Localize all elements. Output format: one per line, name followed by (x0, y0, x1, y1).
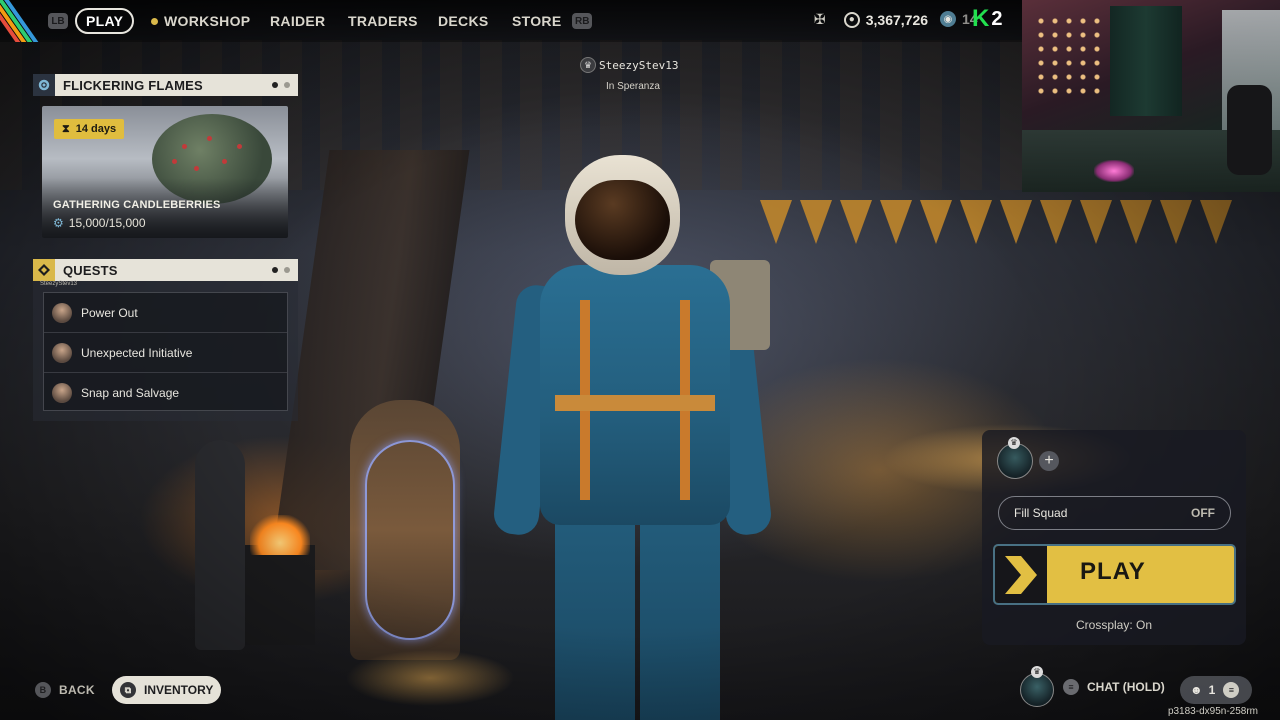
event-progress-text: 15,000/15,000 (68, 216, 146, 230)
menu-button-icon: ≡ (1063, 679, 1079, 695)
quests-title: QUESTS (63, 262, 118, 278)
event-title: FLICKERING FLAMES (63, 77, 203, 93)
hourglass-icon: ⧗ (62, 122, 70, 135)
event-header: FLICKERING FLAMES (33, 74, 298, 96)
friends-count: 1 (1208, 683, 1216, 697)
crossplay-status: Crossplay: On (1075, 618, 1153, 632)
menu-icon: ≡ (1223, 682, 1240, 698)
tab-decks-label: DECKS (438, 13, 489, 29)
currency-group: ✠ ● 3,367,726 (814, 11, 928, 28)
leader-crown-icon: ♛ (1008, 437, 1020, 449)
coin-icon: ● (843, 11, 860, 28)
tab-store[interactable]: STORE (512, 9, 561, 33)
back-button[interactable]: B BACK (35, 682, 95, 698)
tab-raider-label: RAIDER (270, 13, 326, 29)
notification-dot-icon (151, 17, 158, 25)
event-card[interactable]: ⧗ 14 days GATHERING CANDLEBERRIES ⚙ 15,0… (42, 106, 288, 238)
friends-icon: ☻ (1190, 683, 1203, 697)
quest-diamond-icon (33, 259, 55, 281)
event-progress: ⚙ 15,000/15,000 (53, 216, 146, 230)
quest-giver-avatar-icon (52, 383, 72, 403)
gear-progress-icon: ⚙ (53, 216, 64, 230)
token-icon: ◉ (940, 11, 956, 27)
tab-workshop-label: WORKSHOP (164, 13, 251, 29)
tab-play-label: PLAY (75, 8, 135, 34)
quest-list: Power Out Unexpected Initiative Snap and… (43, 292, 288, 411)
tab-play[interactable]: PLAY (75, 8, 135, 34)
quest-giver-avatar-icon (52, 302, 72, 323)
quest-item[interactable]: Snap and Salvage (44, 373, 287, 413)
kick-number: 2 (991, 7, 1003, 30)
coins-amount: 3,367,726 (865, 11, 929, 28)
chat-hold-button[interactable]: ≡ CHAT (HOLD) (1063, 679, 1165, 695)
nav-bumper-right[interactable]: RB (572, 9, 593, 33)
fill-squad-label: Fill Squad (1014, 506, 1068, 520)
player-avatar[interactable] (1020, 673, 1054, 707)
kick-k-letter: K (972, 5, 990, 32)
quests-pager[interactable] (272, 267, 290, 273)
chat-hold-label: CHAT (HOLD) (1087, 680, 1165, 694)
quest-giver-avatar-icon (52, 342, 72, 363)
rainbow-stripe-logo (0, 0, 40, 42)
quest-item[interactable]: Unexpected Initiative (44, 333, 287, 373)
tab-raider[interactable]: RAIDER (270, 9, 325, 33)
nav-bumper-left[interactable]: LB (48, 9, 68, 33)
quest-label: Snap and Salvage (81, 386, 180, 400)
view-button-icon: ⧉ (120, 682, 136, 698)
quest-item[interactable]: Power Out (44, 293, 287, 333)
crown-icon: ♛ (580, 57, 596, 73)
rb-button-icon: RB (572, 13, 593, 29)
avatar-crown-icon: ♛ (1031, 666, 1043, 678)
quests-header: QUESTS (33, 259, 298, 281)
player-name: SteezyStev13 (599, 59, 679, 72)
lb-button-icon: LB (48, 13, 68, 29)
tab-decks[interactable]: DECKS (438, 9, 489, 33)
play-chevron-icon (995, 546, 1047, 603)
quest-label: Unexpected Initiative (81, 345, 193, 360)
raider-icon: ✠ (814, 11, 826, 27)
back-label: BACK (59, 683, 95, 697)
days-remaining-text: 14 days (75, 123, 117, 135)
tab-traders-label: TRADERS (348, 13, 418, 29)
fill-squad-value: OFF (1191, 506, 1215, 520)
build-id: p3183-dx95n-258rm (1167, 706, 1258, 717)
kick-logo: K 2 (972, 6, 1022, 32)
play-button-label: PLAY (1080, 558, 1146, 585)
quest-label: Power Out (81, 305, 138, 320)
inventory-button[interactable]: ⧉ INVENTORY (112, 676, 221, 704)
player-location: In Speranza (606, 81, 660, 92)
tab-traders[interactable]: TRADERS (348, 9, 418, 33)
add-squad-member-button[interactable]: + (1039, 451, 1059, 471)
inventory-label: INVENTORY (144, 683, 214, 697)
gear-icon (33, 74, 55, 96)
streamer-webcam-overlay (1022, 0, 1280, 192)
quests-owner-name: SteezyStev13 (40, 281, 78, 287)
fill-squad-toggle[interactable]: Fill Squad OFF (998, 496, 1231, 530)
days-remaining-badge: ⧗ 14 days (54, 119, 125, 139)
event-task-title: GATHERING CANDLEBERRIES (53, 199, 221, 211)
event-pager[interactable] (272, 82, 290, 88)
b-button-icon: B (35, 682, 51, 698)
tab-workshop[interactable]: WORKSHOP (151, 9, 250, 33)
play-button[interactable]: PLAY (995, 546, 1234, 603)
friends-button[interactable]: ☻ 1 ≡ (1180, 676, 1252, 704)
tab-store-label: STORE (512, 13, 562, 29)
